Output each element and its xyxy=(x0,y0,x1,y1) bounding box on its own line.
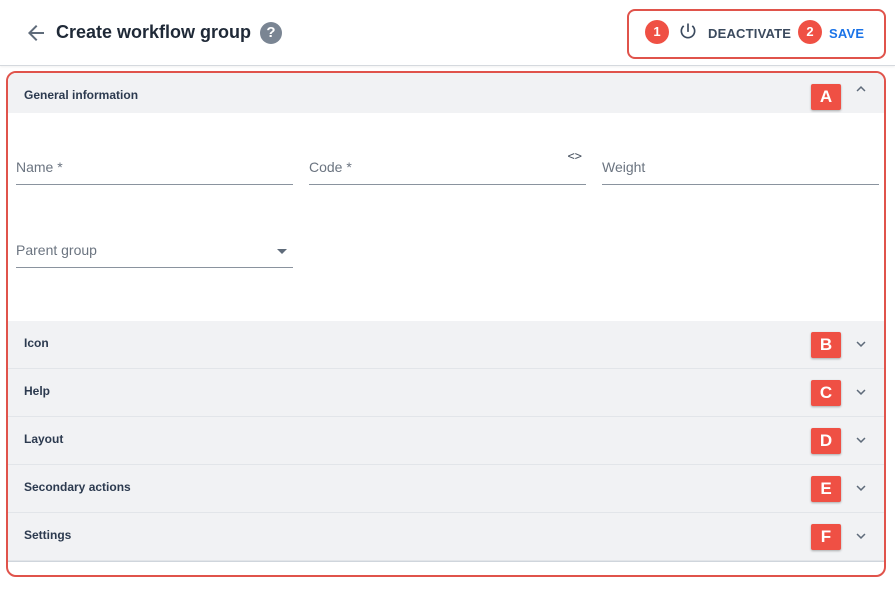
chevron-down-icon[interactable] xyxy=(852,335,870,353)
dropdown-arrow-icon[interactable] xyxy=(277,249,287,254)
section-help-header[interactable]: Help C xyxy=(8,369,884,417)
section-layout-title: Layout xyxy=(24,432,64,446)
help-circle-icon[interactable]: ? xyxy=(260,22,282,44)
name-field[interactable]: Name * xyxy=(16,151,293,185)
code-field[interactable]: Code * <> xyxy=(309,149,586,185)
section-general-title: General information xyxy=(24,88,139,102)
parent-group-label: Parent group xyxy=(16,242,97,258)
code-toggle-icon[interactable]: <> xyxy=(568,149,582,163)
section-secondary-actions-title: Secondary actions xyxy=(24,480,131,494)
form-annotation-frame: General information A Name * Code * <> W… xyxy=(6,71,886,577)
chevron-down-icon[interactable] xyxy=(852,383,870,401)
parent-group-select[interactable]: Parent group xyxy=(16,234,293,268)
section-secondary-actions-annotation-badge: E xyxy=(811,476,841,502)
section-settings-header[interactable]: Settings F xyxy=(8,513,884,561)
code-input[interactable] xyxy=(309,151,586,184)
section-settings-annotation-badge: F xyxy=(811,524,841,550)
section-general-annotation-badge: A xyxy=(811,84,841,110)
section-help-title: Help xyxy=(24,384,51,398)
chevron-down-icon[interactable] xyxy=(852,431,870,449)
weight-field[interactable]: Weight xyxy=(602,151,879,185)
section-help-annotation-badge: C xyxy=(811,380,841,406)
section-icon-title: Icon xyxy=(24,336,49,350)
section-icon-annotation-badge: B xyxy=(811,332,841,358)
chevron-down-icon[interactable] xyxy=(852,527,870,545)
page-header: Create workflow group ? 1 DEACTIVATE 2 S… xyxy=(0,0,895,66)
name-input[interactable] xyxy=(16,151,293,184)
save-annotation-badge: 2 xyxy=(798,20,822,44)
section-layout-header[interactable]: Layout D xyxy=(8,417,884,465)
section-settings-title: Settings xyxy=(24,528,72,542)
section-layout-annotation-badge: D xyxy=(811,428,841,454)
power-icon xyxy=(678,21,698,46)
deactivate-label: DEACTIVATE xyxy=(708,25,792,41)
deactivate-button[interactable]: DEACTIVATE xyxy=(678,22,791,44)
section-secondary-actions-header[interactable]: Secondary actions E xyxy=(8,465,884,513)
section-general-body: Name * Code * <> Weight Parent group xyxy=(8,113,884,321)
deactivate-annotation-badge: 1 xyxy=(645,20,669,44)
weight-input[interactable] xyxy=(602,151,879,184)
form-bottom-divider xyxy=(8,561,884,562)
section-icon-header[interactable]: Icon B xyxy=(8,321,884,369)
page-title: Create workflow group xyxy=(56,22,252,42)
chevron-down-icon[interactable] xyxy=(852,479,870,497)
chevron-up-icon[interactable] xyxy=(852,80,870,98)
save-button[interactable]: SAVE xyxy=(829,26,864,41)
back-arrow-icon[interactable] xyxy=(24,21,48,45)
